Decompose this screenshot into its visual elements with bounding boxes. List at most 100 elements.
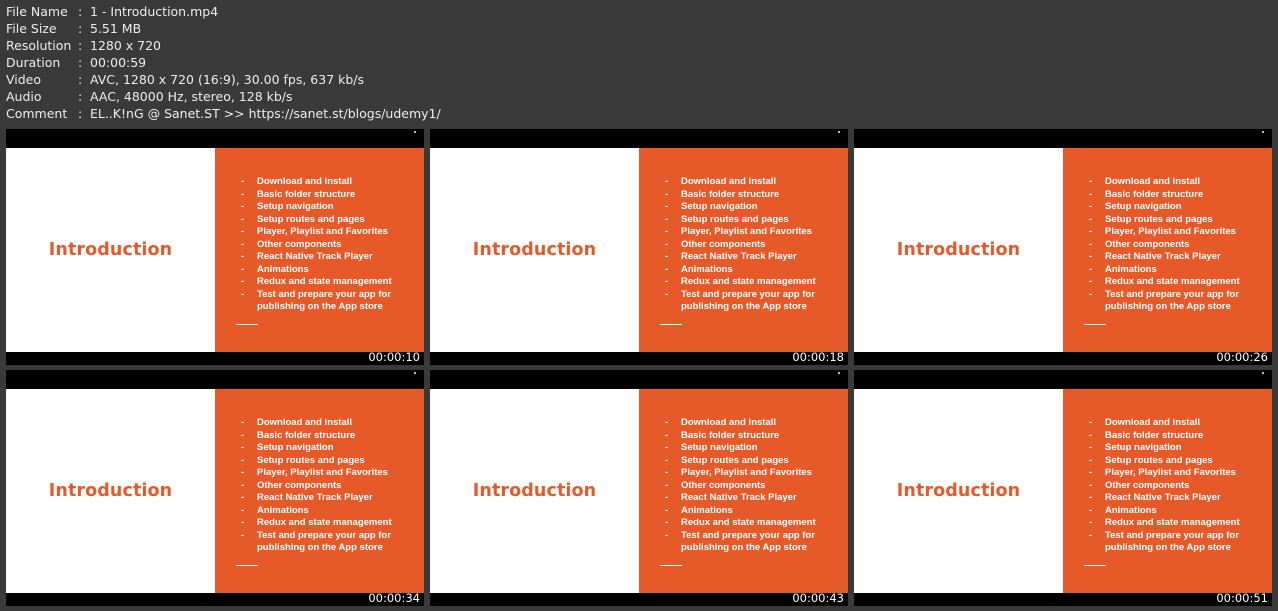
topic-label: Other components xyxy=(257,238,342,250)
topic-item: - Player, Playlist and Favorites xyxy=(1089,226,1270,239)
slide-title-panel: Introduction xyxy=(430,389,639,593)
topic-label: Setup navigation xyxy=(1105,442,1182,453)
slide-title: Introduction xyxy=(896,481,1021,501)
topic-item: - Setup routes and pages xyxy=(241,455,422,468)
topic-bullet: - xyxy=(665,238,669,250)
topic-item: - Other components xyxy=(1089,480,1270,493)
topic-bullet: - xyxy=(1089,492,1093,503)
topic-item: - React Native Track Player xyxy=(665,492,846,505)
topic-item: - Setup routes and pages xyxy=(241,214,422,227)
topic-label: Setup navigation xyxy=(257,201,334,212)
slide-title: Introduction xyxy=(896,240,1021,260)
topic-label: Redux and state management xyxy=(1105,517,1240,528)
topic-label: Basic folder structure xyxy=(257,188,356,200)
topic-label: Animations xyxy=(681,263,733,275)
topic-label: Redux and state management xyxy=(681,276,816,287)
frame-marker xyxy=(1262,131,1264,133)
topic-item: - Basic folder structure xyxy=(241,189,422,202)
topic-label: Animations xyxy=(1105,504,1157,516)
topic-item: - Animations xyxy=(665,264,846,277)
slide-topics-panel: - Download and install - Basic folder struc… xyxy=(1063,148,1272,352)
topic-label: Test and prepare your app for publishing… xyxy=(257,529,391,554)
slide-title-panel: Introduction xyxy=(854,148,1063,352)
slide-title: Introduction xyxy=(48,240,173,260)
topic-label: Test and prepare your app for publishing… xyxy=(681,288,815,313)
topic-item: - Other components xyxy=(665,239,846,252)
topic-label: Player, Playlist and Favorites xyxy=(1105,467,1236,478)
topic-item: - Download and install xyxy=(241,417,422,430)
topic-label: Basic folder structure xyxy=(1105,188,1204,200)
frame-marker xyxy=(1262,372,1264,374)
slide-title: Introduction xyxy=(472,240,597,260)
topic-bullet: - xyxy=(241,479,245,491)
topic-item: - Test and prepare your app for publishin… xyxy=(1089,289,1270,314)
topic-label: Setup routes and pages xyxy=(1105,454,1213,466)
topic-item: - Player, Playlist and Favorites xyxy=(241,226,422,239)
video-thumbnail[interactable]: Introduction - Download and install - Basic … xyxy=(430,129,848,365)
topic-label: Animations xyxy=(681,504,733,516)
topic-bullet: - xyxy=(1089,226,1093,237)
topic-bullet: - xyxy=(1089,176,1093,187)
topic-label: Download and install xyxy=(681,417,777,428)
video-thumbnail[interactable]: Introduction - Download and install - Basic … xyxy=(430,370,848,606)
video-thumbnail[interactable]: Introduction - Download and install - Basic … xyxy=(854,370,1272,606)
slide-topics-panel: - Download and install - Basic folder struc… xyxy=(639,389,848,593)
topic-bullet: - xyxy=(241,529,245,541)
topic-list: - Download and install - Basic folder struc… xyxy=(241,417,422,555)
topic-item: - Basic folder structure xyxy=(241,430,422,443)
topic-bullet: - xyxy=(1089,251,1093,262)
slide-divider xyxy=(236,565,258,566)
topic-label: Download and install xyxy=(1105,176,1201,187)
topic-item: - Test and prepare your app for publishin… xyxy=(241,530,422,555)
topic-label: Basic folder structure xyxy=(257,429,356,441)
topic-item: - Other components xyxy=(241,480,422,493)
topic-bullet: - xyxy=(241,201,245,212)
topic-bullet: - xyxy=(665,288,669,300)
topic-item: - React Native Track Player xyxy=(665,251,846,264)
topic-label: Player, Playlist and Favorites xyxy=(681,467,812,478)
topic-label: Setup routes and pages xyxy=(257,213,365,225)
thumbnail-timestamp: 00:00:51 xyxy=(1216,591,1268,605)
frame-marker xyxy=(414,372,416,374)
topic-bullet: - xyxy=(665,201,669,212)
topic-bullet: - xyxy=(1089,454,1093,466)
topic-label: Basic folder structure xyxy=(1105,429,1204,441)
slide-topics-panel: - Download and install - Basic folder struc… xyxy=(215,148,424,352)
topic-item: - Setup routes and pages xyxy=(665,455,846,468)
topic-item: - Setup navigation xyxy=(241,201,422,214)
slide-title: Introduction xyxy=(472,481,597,501)
topic-bullet: - xyxy=(1089,504,1093,516)
frame-marker xyxy=(838,372,840,374)
topic-label: Download and install xyxy=(1105,417,1201,428)
topic-label: Redux and state management xyxy=(681,517,816,528)
topic-bullet: - xyxy=(241,276,245,287)
topic-bullet: - xyxy=(665,176,669,187)
topic-label: Player, Playlist and Favorites xyxy=(257,467,388,478)
thumbnail-timestamp: 00:00:34 xyxy=(368,591,420,605)
slide-divider xyxy=(660,565,682,566)
topic-bullet: - xyxy=(241,492,245,503)
topic-bullet: - xyxy=(241,238,245,250)
video-thumbnail[interactable]: Introduction - Download and install - Basic … xyxy=(854,129,1272,365)
topic-item: - Download and install xyxy=(1089,176,1270,189)
topic-bullet: - xyxy=(665,251,669,262)
topic-label: Player, Playlist and Favorites xyxy=(681,226,812,237)
thumbnail-timestamp: 00:00:43 xyxy=(792,591,844,605)
topic-label: Redux and state management xyxy=(257,517,392,528)
topic-bullet: - xyxy=(241,504,245,516)
thumbnail-grid: Introduction - Download and install - Basic … xyxy=(0,0,1278,611)
topic-label: Setup navigation xyxy=(681,442,758,453)
slide-frame: Introduction - Download and install - Basic … xyxy=(6,148,424,352)
video-thumbnail[interactable]: Introduction - Download and install - Basic … xyxy=(6,370,424,606)
slide-frame: Introduction - Download and install - Basic … xyxy=(430,389,848,593)
topic-bullet: - xyxy=(1089,188,1093,200)
topic-label: React Native Track Player xyxy=(1105,251,1221,262)
video-thumbnail[interactable]: Introduction - Download and install - Basic … xyxy=(6,129,424,365)
topic-item: - Player, Playlist and Favorites xyxy=(665,467,846,480)
topic-label: Download and install xyxy=(257,176,353,187)
topic-bullet: - xyxy=(665,226,669,237)
topic-item: - Download and install xyxy=(665,417,846,430)
topic-item: - Setup routes and pages xyxy=(665,214,846,227)
topic-bullet: - xyxy=(1089,288,1093,300)
topic-bullet: - xyxy=(665,429,669,441)
